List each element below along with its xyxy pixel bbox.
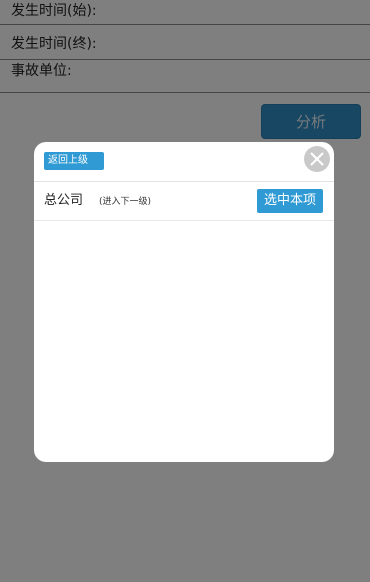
close-icon [310, 152, 324, 166]
back-button[interactable]: 返回上级 [44, 152, 104, 170]
select-item-button[interactable]: 选中本项 [257, 189, 323, 213]
list-item[interactable]: 总公司 (进入下一级) 选中本项 [34, 182, 334, 221]
next-level-link[interactable]: (进入下一级) [99, 195, 151, 209]
dialog-header: 返回上级 [34, 142, 334, 182]
close-button[interactable] [304, 146, 330, 172]
unit-picker-dialog: 返回上级 总公司 (进入下一级) 选中本项 [34, 142, 334, 462]
unit-name[interactable]: 总公司 [44, 192, 83, 210]
